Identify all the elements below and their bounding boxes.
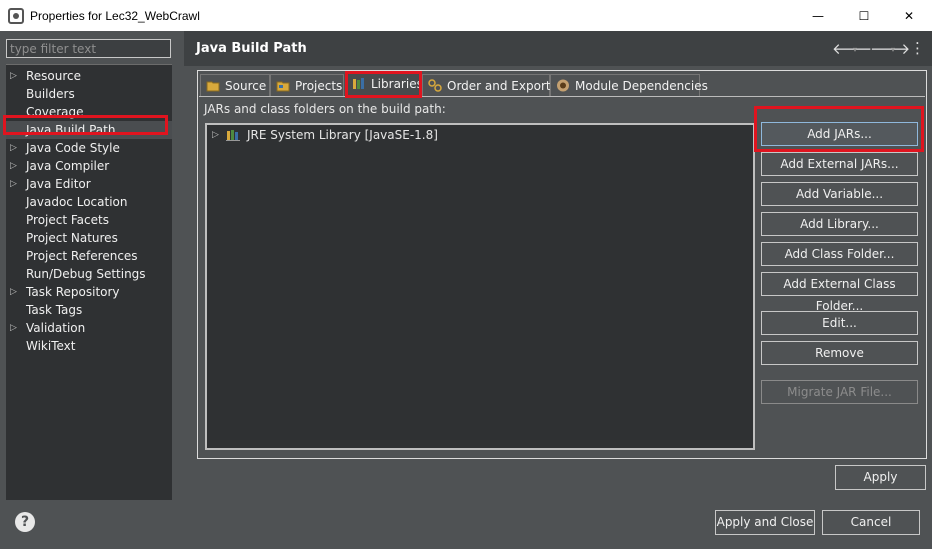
order-export-icon <box>428 79 442 92</box>
sidebar-item-java-compiler[interactable]: ▷ Java Compiler <box>6 157 172 175</box>
close-icon: ✕ <box>903 8 915 23</box>
module-icon <box>557 79 569 92</box>
add-external-jars-button[interactable]: Add External JARs... <box>761 152 918 176</box>
page-title: Java Build Path <box>196 41 307 56</box>
annotation-highlight-libraries-tab <box>345 71 422 98</box>
maximize-icon: ☐ <box>858 8 870 23</box>
expand-arrow-icon[interactable]: ▷ <box>10 67 17 85</box>
annotation-highlight-java-build-path <box>3 115 168 135</box>
window-titlebar: Properties for Lec32_WebCrawl — ☐ ✕ <box>0 0 932 31</box>
back-dropdown-icon[interactable]: ▾ <box>853 45 857 54</box>
sidebar-item-project-references[interactable]: Project References <box>6 247 172 265</box>
eclipse-app-icon <box>8 7 24 24</box>
view-menu-icon[interactable]: ⋮ <box>910 39 925 57</box>
library-entry-jre[interactable]: ▷ JRE System Library [JavaSE-1.8] <box>209 126 438 144</box>
sidebar-item-java-editor[interactable]: ▷ Java Editor <box>6 175 172 193</box>
sidebar-item-java-code-style[interactable]: ▷ Java Code Style <box>6 139 172 157</box>
window-title: Properties for Lec32_WebCrawl <box>30 8 200 23</box>
library-tree[interactable]: ▷ JRE System Library [JavaSE-1.8] <box>205 123 755 450</box>
expand-arrow-icon[interactable]: ▷ <box>10 157 17 175</box>
minimize-icon: — <box>812 8 824 23</box>
tab-module-dependencies[interactable]: Module Dependencies <box>550 74 708 96</box>
tab-divider <box>199 96 925 97</box>
expand-arrow-icon[interactable]: ▷ <box>10 175 17 193</box>
tab-source[interactable]: Source <box>200 74 270 96</box>
add-variable-button[interactable]: Add Variable... <box>761 182 918 206</box>
sidebar-item-validation[interactable]: ▷ Validation <box>6 319 172 337</box>
sidebar-item-javadoc-location[interactable]: Javadoc Location <box>6 193 172 211</box>
sidebar-item-wikitext[interactable]: WikiText <box>6 337 172 355</box>
expand-arrow-icon[interactable]: ▷ <box>10 283 17 301</box>
dialog-footer: ? Apply and Close Cancel <box>0 500 932 549</box>
tab-projects[interactable]: Projects <box>270 74 344 96</box>
minimize-button[interactable]: — <box>795 0 841 31</box>
sidebar-item-project-facets[interactable]: Project Facets <box>6 211 172 229</box>
add-class-folder-button[interactable]: Add Class Folder... <box>761 242 918 266</box>
sidebar-item-run-debug-settings[interactable]: Run/Debug Settings <box>6 265 172 283</box>
annotation-highlight-add-jars <box>754 106 924 152</box>
tab-order-and-export[interactable]: Order and Export <box>422 74 551 96</box>
folder-icon <box>206 81 220 92</box>
close-button[interactable]: ✕ <box>886 0 932 31</box>
apply-and-close-button[interactable]: Apply and Close <box>715 510 815 535</box>
sidebar-item-task-tags[interactable]: Task Tags <box>6 301 172 319</box>
cancel-button[interactable]: Cancel <box>822 510 920 535</box>
expand-arrow-icon[interactable]: ▷ <box>212 126 219 144</box>
add-library-button[interactable]: Add Library... <box>761 212 918 236</box>
sidebar-item-task-repository[interactable]: ▷ Task Repository <box>6 283 172 301</box>
sidebar-item-resource[interactable]: ▷ Resource <box>6 67 172 85</box>
expand-arrow-icon[interactable]: ▷ <box>10 139 17 157</box>
project-folder-icon <box>276 81 290 92</box>
add-external-class-folder-button[interactable]: Add External Class Folder... <box>761 272 918 313</box>
migrate-jar-button: Migrate JAR File... <box>761 380 918 404</box>
filter-input[interactable] <box>6 39 171 58</box>
sidebar-item-project-natures[interactable]: Project Natures <box>6 229 172 247</box>
expand-arrow-icon[interactable]: ▷ <box>10 319 17 337</box>
remove-button[interactable]: Remove <box>761 341 918 365</box>
page-header: Java Build Path 🡐 ▾ 🡒 ▾ ⋮ <box>184 31 932 66</box>
maximize-button[interactable]: ☐ <box>841 0 887 31</box>
help-icon[interactable]: ? <box>15 512 35 532</box>
properties-sidebar: ▷Resource Builders Coverage Java Build P… <box>0 31 183 526</box>
jre-library-icon <box>226 130 240 141</box>
build-path-description: JARs and class folders on the build path… <box>204 102 446 116</box>
sidebar-item-builders[interactable]: Builders <box>6 85 172 103</box>
apply-button[interactable]: Apply <box>835 465 926 490</box>
edit-button[interactable]: Edit... <box>761 311 918 335</box>
forward-dropdown-icon[interactable]: ▾ <box>891 45 895 54</box>
